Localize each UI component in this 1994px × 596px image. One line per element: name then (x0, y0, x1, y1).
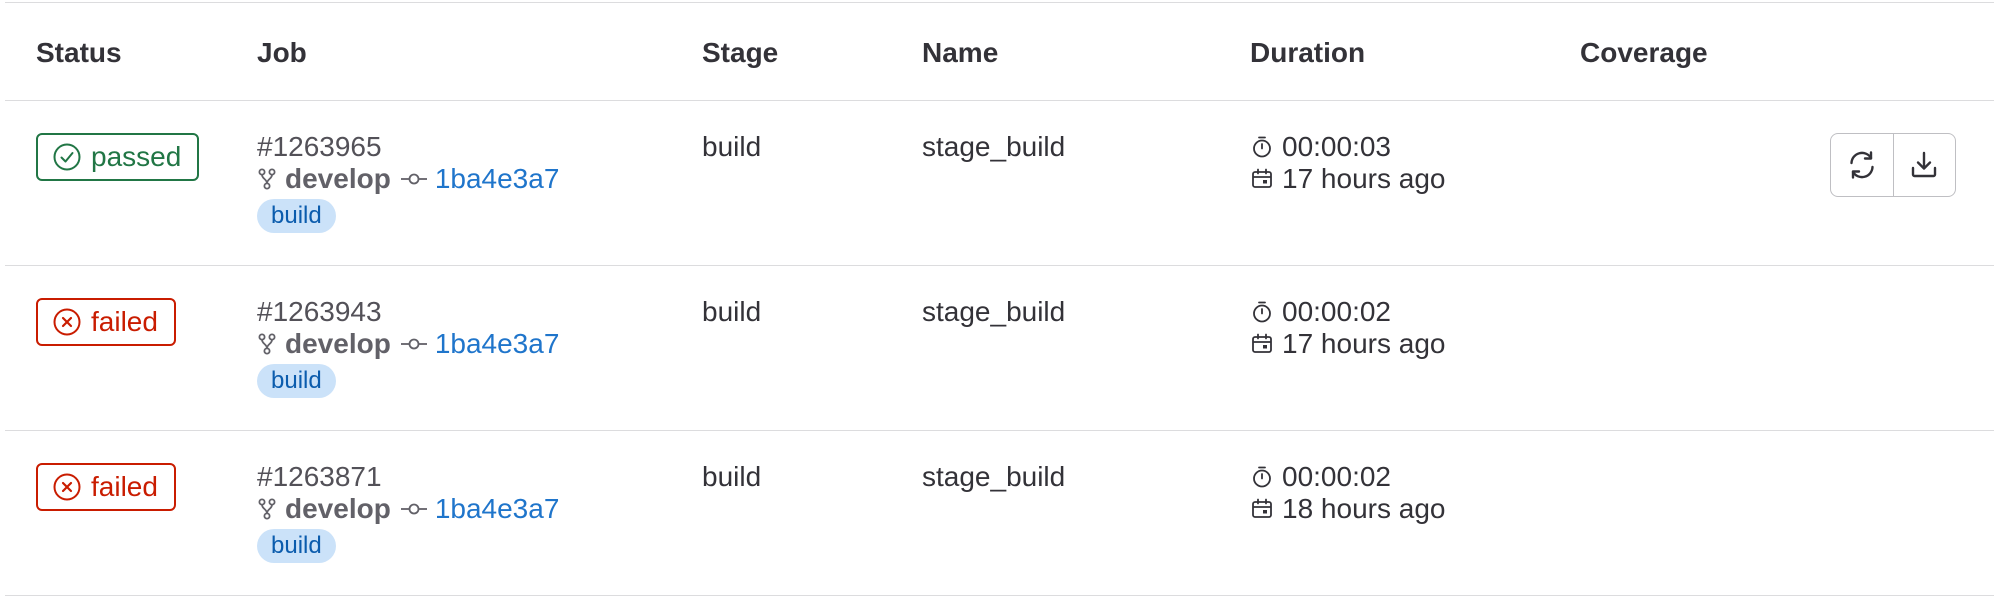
timer-icon (1253, 301, 1271, 323)
table-row: passed #1263965 develop 1ba4e3a7 build b… (5, 101, 1994, 265)
job-ref: develop 1ba4e3a7 (257, 328, 559, 360)
status-badge-failed[interactable]: failed (36, 298, 176, 346)
name-cell: stage_build (922, 296, 1066, 327)
column-header-name: Name (922, 37, 999, 68)
duration: 00:00:02 (1250, 296, 1391, 328)
duration-value: 00:00:02 (1282, 296, 1391, 327)
download-artifacts-button[interactable] (1892, 134, 1956, 196)
status-badge-failed[interactable]: failed (36, 463, 176, 511)
calendar-icon (1252, 333, 1272, 353)
retry-icon (1850, 151, 1874, 179)
status-label: failed (91, 471, 158, 502)
branch-name[interactable]: develop (285, 328, 391, 360)
duration: 00:00:03 (1250, 131, 1391, 163)
finished-time: 17 hours ago (1250, 163, 1445, 195)
status-label: failed (91, 306, 158, 337)
status-badge-passed[interactable]: passed (36, 133, 200, 181)
branch-name[interactable]: develop (285, 493, 391, 525)
job-id-link[interactable]: #1263965 (257, 131, 382, 163)
commit-sha-link[interactable]: 1ba4e3a7 (435, 163, 560, 195)
finished-time: 17 hours ago (1250, 328, 1445, 360)
finished-time-value: 17 hours ago (1282, 163, 1446, 194)
x-circle-icon (53, 308, 81, 336)
calendar-icon (1252, 168, 1272, 188)
duration: 00:00:02 (1250, 461, 1391, 493)
status-label: passed (91, 141, 182, 172)
column-header-job: Job (257, 37, 307, 68)
job-ref: develop 1ba4e3a7 (257, 493, 559, 525)
stage-tag: build (257, 364, 336, 398)
retry-button[interactable] (1831, 134, 1893, 196)
name-cell: stage_build (922, 131, 1066, 162)
name-cell: stage_build (922, 461, 1066, 492)
column-header-coverage: Coverage (1580, 37, 1708, 68)
download-icon (1912, 151, 1937, 178)
job-ref: develop 1ba4e3a7 (257, 163, 559, 195)
timer-icon (1253, 466, 1271, 488)
table-row: failed #1263943 develop 1ba4e3a7 build b… (5, 266, 1994, 430)
stage-cell: build (702, 296, 762, 327)
stage-tag: build (257, 529, 336, 563)
stage-cell: build (702, 461, 762, 492)
stage-cell: build (702, 131, 762, 162)
commit-sha-link[interactable]: 1ba4e3a7 (435, 328, 560, 360)
column-header-duration: Duration (1250, 37, 1366, 68)
commit-icon (400, 503, 427, 515)
commit-icon (400, 173, 427, 185)
branch-name[interactable]: develop (285, 163, 391, 195)
finished-time: 18 hours ago (1250, 493, 1445, 525)
stage-tag: build (257, 199, 336, 233)
job-id-link[interactable]: #1263871 (257, 461, 382, 493)
x-circle-icon (53, 473, 81, 501)
commit-icon (400, 338, 427, 350)
job-actions (1830, 133, 1956, 197)
branch-icon (258, 498, 276, 520)
job-id-link[interactable]: #1263943 (257, 296, 382, 328)
finished-time-value: 17 hours ago (1282, 328, 1446, 359)
table-row: failed #1263871 develop 1ba4e3a7 build b… (5, 431, 1994, 595)
finished-time-value: 18 hours ago (1282, 493, 1446, 524)
timer-icon (1253, 136, 1271, 158)
column-header-status: Status (36, 37, 122, 68)
branch-icon (258, 168, 276, 190)
table-header: Status Job Stage Name Duration Coverage (5, 2, 1994, 100)
branch-icon (258, 333, 276, 355)
duration-value: 00:00:02 (1282, 461, 1391, 492)
check-circle-icon (53, 143, 81, 171)
column-header-stage: Stage (702, 37, 779, 68)
calendar-icon (1252, 498, 1272, 518)
commit-sha-link[interactable]: 1ba4e3a7 (435, 493, 560, 525)
duration-value: 00:00:03 (1282, 131, 1391, 162)
